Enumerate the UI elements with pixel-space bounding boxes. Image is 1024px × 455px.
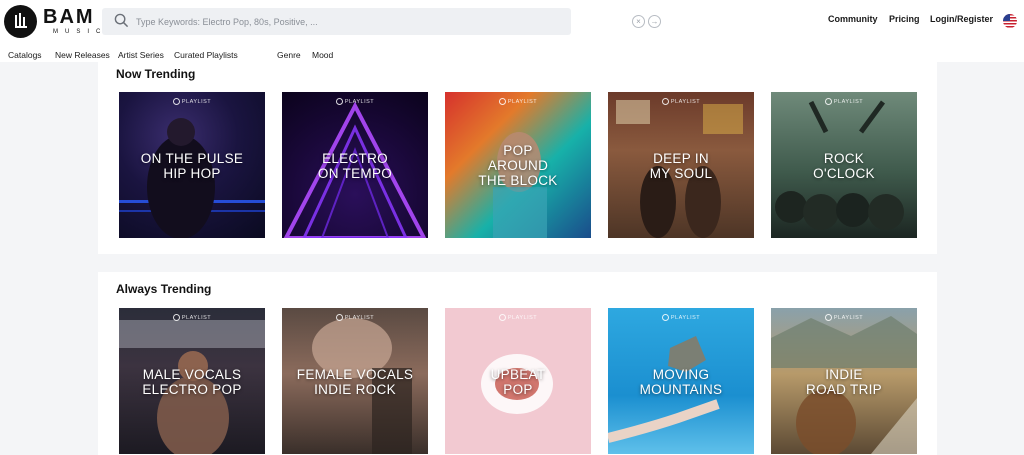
playlist-title: MALE VOCALS ELECTRO POP [142,367,242,397]
playlist-card[interactable]: PLAYLIST ON THE PULSE HIP HOP [119,92,265,238]
subnav-curated-playlists[interactable]: Curated Playlists [174,50,238,60]
bam-music-logo[interactable]: BAM MUSIC [4,4,107,38]
playlist-card[interactable]: PLAYLIST FEMALE VOCALS INDIE ROCK [282,308,428,454]
playlist-title: MOVING MOUNTAINS [639,367,723,397]
nav-community-link[interactable]: Community [828,14,878,24]
search-icon[interactable] [114,13,129,28]
us-flag-icon[interactable] [1003,14,1017,28]
now-trending-section: Now Trending PLAYLIST ON THE PULSE HIP H… [98,62,937,254]
playlist-badge: PLAYLIST [119,314,265,321]
playlist-card[interactable]: PLAYLIST MALE VOCALS ELECTRO POP [119,308,265,454]
playlist-title: INDIE ROAD TRIP [806,367,882,397]
section-title: Now Trending [116,67,196,81]
search-bar: × → [102,8,661,35]
top-header: BAM MUSIC × → Community Pricing Login/Re… [0,0,1024,62]
playlist-badge: PLAYLIST [282,98,428,105]
playlist-title: FEMALE VOCALS INDIE ROCK [296,367,414,397]
playlist-badge: PLAYLIST [445,314,591,321]
playlist-title: ON THE PULSE HIP HOP [140,151,244,181]
logo-mark-icon [4,4,37,38]
playlist-badge: PLAYLIST [608,98,754,105]
playlist-badge: PLAYLIST [119,98,265,105]
nav-pricing-link[interactable]: Pricing [889,14,920,24]
playlist-badge: PLAYLIST [771,98,917,105]
playlist-card[interactable]: PLAYLIST ELECTRO ON TEMPO [282,92,428,238]
playlist-card[interactable]: PLAYLIST ROCK O'CLOCK [771,92,917,238]
playlist-badge: PLAYLIST [445,98,591,105]
submit-search-icon[interactable]: → [648,15,661,28]
playlist-title: ROCK O'CLOCK [813,151,875,181]
playlist-card[interactable]: PLAYLIST POP AROUND THE BLOCK [445,92,591,238]
playlist-badge: PLAYLIST [282,314,428,321]
playlist-card[interactable]: PLAYLIST INDIE ROAD TRIP [771,308,917,454]
playlist-card[interactable]: PLAYLIST UPBEAT POP [445,308,591,454]
subnav-catalogs[interactable]: Catalogs [8,50,42,60]
always-trending-section: Always Trending PLAYLIST MALE VOCALS ELE… [98,272,937,455]
clear-search-icon[interactable]: × [632,15,645,28]
nav-login-register-link[interactable]: Login/Register [930,14,993,24]
playlist-title: DEEP IN MY SOUL [649,151,713,181]
subnav-artist-series[interactable]: Artist Series [118,50,164,60]
playlist-title: POP AROUND THE BLOCK [478,143,558,188]
subnav-new-releases[interactable]: New Releases [55,50,110,60]
playlist-card[interactable]: PLAYLIST MOVING MOUNTAINS [608,308,754,454]
playlist-badge: PLAYLIST [608,314,754,321]
logo-subtext: MUSIC [53,29,108,35]
logo-text: BAM [43,6,95,28]
playlist-badge: PLAYLIST [771,314,917,321]
section-title: Always Trending [116,282,212,296]
subnav-mood[interactable]: Mood [312,50,333,60]
search-input[interactable] [136,12,516,31]
playlist-title: ELECTRO ON TEMPO [317,151,393,181]
playlist-card[interactable]: PLAYLIST DEEP IN MY SOUL [608,92,754,238]
subnav-genre[interactable]: Genre [277,50,301,60]
playlist-title: UPBEAT POP [490,367,546,397]
